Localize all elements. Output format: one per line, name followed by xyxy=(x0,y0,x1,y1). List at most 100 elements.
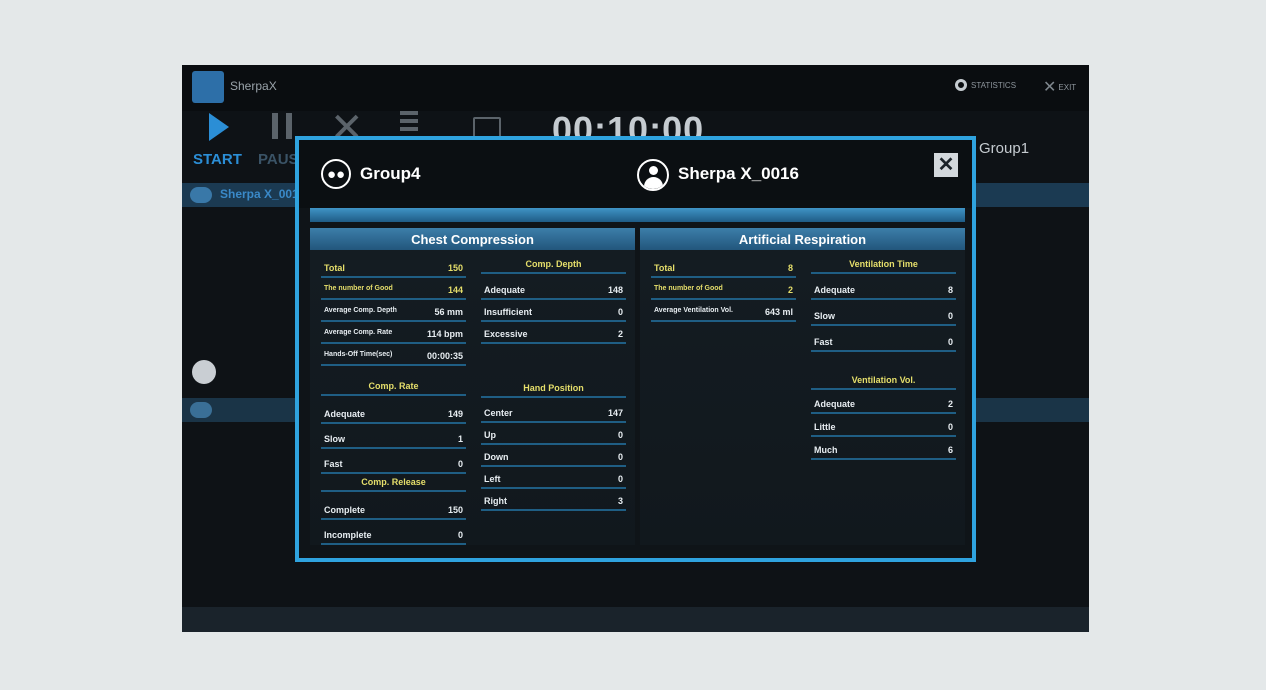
section-subtitle-text: Comp. Depth xyxy=(525,259,582,269)
stat-row: Average Ventilation Vol. 643 ml xyxy=(651,300,796,322)
stat-row: The number of Good 2 xyxy=(651,278,796,300)
stat-value: 147 xyxy=(607,408,623,418)
chest-compression-panel: Total 150 The number of Good 144 Average Com… xyxy=(310,250,635,545)
group-name: Group4 xyxy=(360,164,421,183)
section-subtitle-text: Comp. Rate xyxy=(368,381,419,391)
info-icon[interactable] xyxy=(192,360,216,384)
start-button-label[interactable]: START xyxy=(193,151,242,168)
stat-label: Total xyxy=(324,263,345,273)
bottom-bar xyxy=(182,607,1089,632)
stat-row: Incomplete 0 xyxy=(321,523,466,545)
stat-value: 0 xyxy=(617,307,623,317)
stat-label: Little xyxy=(814,422,836,432)
stat-row: Total 8 xyxy=(651,256,796,278)
section-subtitle-text: Hand Position xyxy=(523,383,584,393)
stat-label: Average Comp. Rate xyxy=(324,329,393,336)
stat-row: Fast 0 xyxy=(321,452,466,474)
stat-row: Adequate 149 xyxy=(321,402,466,424)
stat-value: 2 xyxy=(617,329,623,339)
stat-row: Slow 1 xyxy=(321,427,466,449)
section-subtitle-text: Comp. Release xyxy=(361,477,426,487)
trainee-name: Sherpa X_0016 xyxy=(220,187,306,201)
stat-label: Incomplete xyxy=(324,530,372,540)
close-icon: ✕ xyxy=(1043,79,1057,96)
stat-label: Insufficient xyxy=(484,307,533,317)
stat-label: Total xyxy=(654,263,675,273)
stat-label: Fast xyxy=(814,337,833,347)
stat-label: Slow xyxy=(814,311,836,321)
stat-row: Down 0 xyxy=(481,445,626,467)
artificial-respiration-panel: Total 8 The number of Good 2 Average Ventila… xyxy=(640,250,965,545)
group-label: Group1 xyxy=(979,140,1030,157)
stat-row: Total 150 xyxy=(321,256,466,278)
stat-value: 114 bpm xyxy=(426,329,463,339)
stat-label: Left xyxy=(484,474,501,484)
stat-label: Average Comp. Depth xyxy=(324,307,397,314)
stat-value: 643 ml xyxy=(764,307,793,317)
pause-icon[interactable] xyxy=(272,113,294,139)
stat-label: Adequate xyxy=(814,285,856,295)
trainee-badge-2 xyxy=(190,402,212,418)
section-subtitle: Comp. Rate xyxy=(321,378,466,396)
stat-label: Up xyxy=(484,430,496,440)
stat-row: The number of Good 144 xyxy=(321,278,466,300)
stat-row: Center 147 xyxy=(481,401,626,423)
section-subtitle-text: Ventilation Time xyxy=(849,259,918,269)
stat-row: Excessive 2 xyxy=(481,322,626,344)
stat-value: 0 xyxy=(947,422,953,432)
stat-value: 0 xyxy=(947,337,953,347)
stat-label: Complete xyxy=(324,505,366,515)
section-subtitle-text: Ventilation Vol. xyxy=(851,375,916,385)
stat-row: Slow 0 xyxy=(811,304,956,326)
stat-label: Hands-Off Time(sec) xyxy=(324,351,393,358)
stat-label: The number of Good xyxy=(654,285,723,292)
stat-row: Little 0 xyxy=(811,415,956,437)
stat-row: Fast 0 xyxy=(811,330,956,352)
user-icon xyxy=(637,159,669,191)
play-icon[interactable] xyxy=(209,113,229,141)
section-subtitle: Ventilation Time xyxy=(811,256,956,274)
stat-label: Slow xyxy=(324,434,346,444)
stat-value: 0 xyxy=(457,530,463,540)
stat-value: 0 xyxy=(457,459,463,469)
exit-button[interactable]: ✕ EXIT xyxy=(1043,77,1076,97)
group-icon: ●● xyxy=(321,159,351,189)
section-subtitle: Hand Position xyxy=(481,380,626,398)
stat-value: 0 xyxy=(617,430,623,440)
app-logo-icon xyxy=(192,71,224,103)
close-icon: ✕ xyxy=(937,154,955,176)
stat-value: 8 xyxy=(787,263,793,273)
stat-value: 3 xyxy=(617,496,623,506)
stat-label: The number of Good xyxy=(324,285,393,292)
stat-value: 150 xyxy=(447,263,463,273)
stat-label: Average Ventilation Vol. xyxy=(654,307,733,314)
statistics-icon xyxy=(955,79,967,91)
trainee-badge xyxy=(190,187,212,203)
stat-value: 0 xyxy=(617,452,623,462)
stat-value: 2 xyxy=(787,285,793,295)
stat-row: Right 3 xyxy=(481,489,626,511)
stat-value: 1 xyxy=(457,434,463,444)
stat-value: 0 xyxy=(947,311,953,321)
stat-label: Adequate xyxy=(814,399,856,409)
stat-row: Hands-Off Time(sec) 00:00:35 xyxy=(321,344,466,366)
stat-value: 0 xyxy=(617,474,623,484)
stat-value: 56 mm xyxy=(434,307,463,317)
stat-label: Excessive xyxy=(484,329,528,339)
stat-label: Down xyxy=(484,452,509,462)
stat-value: 00:00:35 xyxy=(426,351,463,361)
stat-row: Much 6 xyxy=(811,438,956,460)
statistics-button[interactable]: STATISTICS xyxy=(955,79,1016,91)
section-subtitle: Ventilation Vol. xyxy=(811,372,956,390)
chest-compression-title: Chest Compression xyxy=(310,228,635,250)
list-icon[interactable] xyxy=(400,111,418,135)
stat-row: Left 0 xyxy=(481,467,626,489)
stat-row: Adequate 2 xyxy=(811,392,956,414)
stat-row: Up 0 xyxy=(481,423,626,445)
modal-header: ●● Group4 Sherpa X_0016 ✕ xyxy=(299,140,972,208)
section-subtitle: Comp. Depth xyxy=(481,256,626,274)
stat-label: Adequate xyxy=(484,285,526,295)
statistics-modal: ●● Group4 Sherpa X_0016 ✕ Chest Compress… xyxy=(295,136,976,562)
stat-label: Fast xyxy=(324,459,343,469)
close-button[interactable]: ✕ xyxy=(934,153,958,177)
